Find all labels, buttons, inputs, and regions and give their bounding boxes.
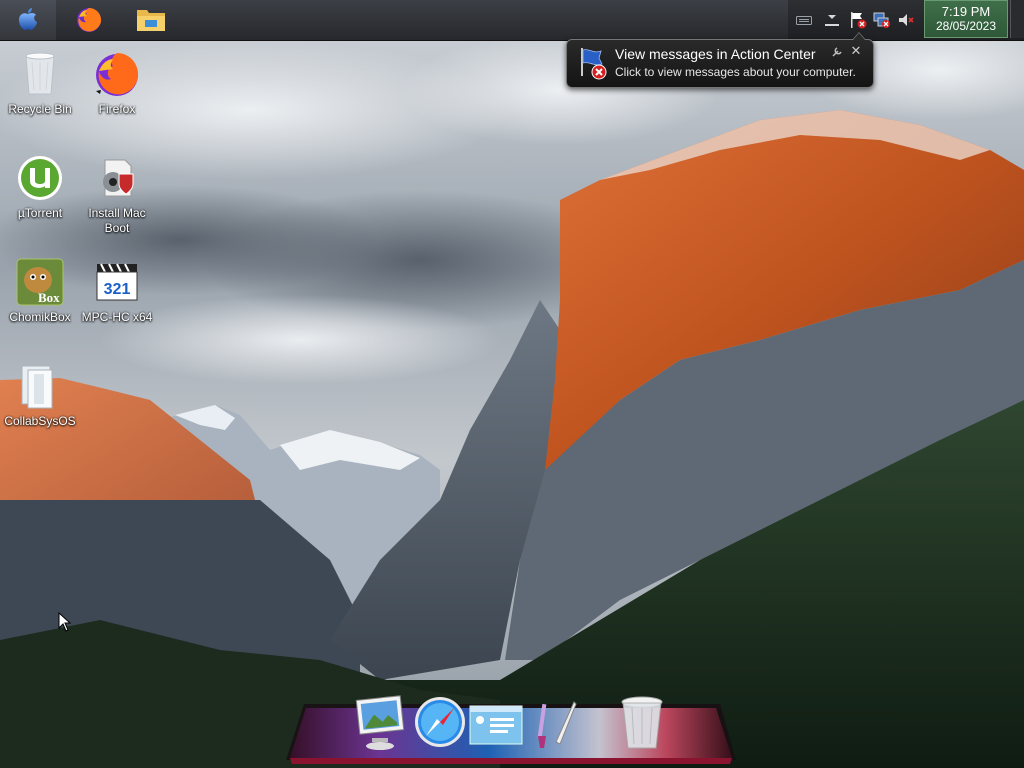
clock[interactable]: 7:19 PM 28/05/2023: [924, 0, 1008, 38]
folder-icon: [135, 4, 167, 37]
close-icon[interactable]: ✕: [849, 44, 863, 58]
compass-icon: [412, 697, 468, 757]
photo-monitor-icon: [352, 695, 408, 757]
desktop-icon-mpc-hc[interactable]: 321 MPC-HC x64: [77, 252, 157, 348]
desktop-icon-recycle-bin[interactable]: Recycle Bin: [0, 44, 80, 140]
wrench-icon[interactable]: [831, 46, 843, 58]
mouse-cursor-icon: [58, 611, 72, 635]
start-button[interactable]: [0, 0, 56, 40]
action-center-flag-icon: [577, 46, 609, 80]
desktop-icon-label: CollabSysOS: [4, 414, 76, 428]
recycle-bin-icon: [16, 50, 64, 98]
keyboard-icon[interactable]: [794, 10, 814, 30]
firefox-icon: [74, 4, 104, 37]
dock-item-trash[interactable]: [614, 694, 670, 754]
taskbar: 7:19 PM 28/05/2023: [0, 0, 1024, 41]
clock-time: 7:19 PM: [941, 4, 991, 19]
desktop-icon-install-mac-boot[interactable]: Install Mac Boot: [77, 148, 157, 244]
installer-icon: [93, 154, 141, 202]
firefox-icon: [93, 50, 141, 98]
notification-text: Click to view messages about your comput…: [615, 65, 856, 79]
desktop-icon-label: Firefox: [98, 102, 136, 116]
dock-item-desktop[interactable]: [468, 700, 524, 760]
dock-item-safari[interactable]: [412, 694, 468, 754]
desktop-icon-label: MPC-HC x64: [81, 310, 153, 324]
desktop-window-icon: [468, 705, 524, 755]
dock-item-preview[interactable]: [352, 694, 408, 754]
brush-icon: [526, 701, 582, 757]
dock: [280, 692, 740, 768]
desktop-icon-collabsysos[interactable]: CollabSysOS: [0, 356, 80, 452]
desktop-icon-label: µTorrent: [17, 206, 63, 220]
action-center-notification[interactable]: View messages in Action Center Click to …: [566, 32, 874, 88]
mpc-hc-icon: 321: [93, 258, 141, 306]
chomikbox-icon: Box: [16, 258, 64, 306]
svg-text:321: 321: [104, 281, 131, 298]
desktop-icon-label: Install Mac Boot: [88, 206, 146, 235]
apple-logo-icon: [17, 7, 39, 34]
desktop-icon-label: Recycle Bin: [8, 102, 72, 116]
utorrent-icon: [16, 154, 64, 202]
taskbar-firefox-button[interactable]: [58, 0, 120, 40]
show-desktop-button[interactable]: [1010, 0, 1024, 38]
desktop-icon-chomikbox[interactable]: Box ChomikBox: [0, 252, 80, 348]
svg-text:Box: Box: [38, 290, 60, 305]
balloon-pointer: [852, 32, 866, 40]
desktop-icon-label: ChomikBox: [9, 310, 71, 324]
desktop-icon-firefox[interactable]: Firefox: [77, 44, 157, 140]
chevron-up-icon[interactable]: [822, 10, 842, 30]
clock-date: 28/05/2023: [935, 19, 997, 33]
trash-icon: [614, 696, 670, 757]
notification-title: View messages in Action Center: [615, 46, 816, 62]
network-error-icon[interactable]: [872, 10, 892, 30]
taskbar-explorer-button[interactable]: [120, 0, 182, 40]
action-center-flag-icon[interactable]: [848, 10, 868, 30]
dock-item-paint[interactable]: [526, 694, 582, 754]
speaker-muted-icon[interactable]: [896, 10, 916, 30]
book-icon: [16, 362, 64, 410]
desktop-icon-utorrent[interactable]: µTorrent: [0, 148, 80, 244]
